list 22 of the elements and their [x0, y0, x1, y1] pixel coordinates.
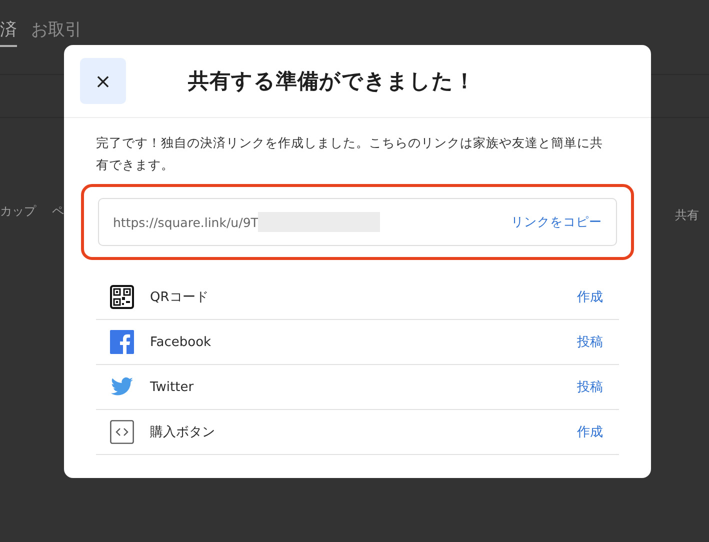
dialog-title: 共有する準備ができました！: [188, 68, 476, 95]
background-text: ペ: [52, 203, 64, 220]
close-button[interactable]: ×: [80, 58, 126, 104]
share-action-link[interactable]: 作成: [577, 288, 603, 306]
share-action-link[interactable]: 投稿: [577, 333, 603, 351]
share-option-label: Twitter: [150, 380, 195, 394]
share-option-label: Facebook: [150, 334, 212, 350]
background-tab[interactable]: 済: [0, 14, 17, 46]
link-url: https://square.link/u/9T: [113, 214, 258, 230]
dialog-message: 完了です！独自の決済リンクを作成しました。こちらのリンクは家族や友達と簡単に共有できます。: [96, 134, 604, 174]
copy-link-button[interactable]: リンクをコピー: [511, 214, 602, 230]
facebook-icon: [110, 330, 134, 354]
share-option-label: 購入ボタン: [150, 424, 216, 441]
background-text: カップ: [0, 203, 36, 220]
code-brackets-icon: [110, 420, 134, 444]
link-field[interactable]: https://square.link/u/9T リンクをコピー: [98, 198, 617, 246]
qr-code-icon: [110, 285, 134, 309]
share-option-label: QRコード: [150, 289, 210, 306]
background-text: 共有: [675, 207, 699, 224]
background-tab[interactable]: お取引: [31, 14, 82, 46]
share-action-link[interactable]: 作成: [577, 423, 603, 441]
share-action-link[interactable]: 投稿: [577, 378, 603, 396]
